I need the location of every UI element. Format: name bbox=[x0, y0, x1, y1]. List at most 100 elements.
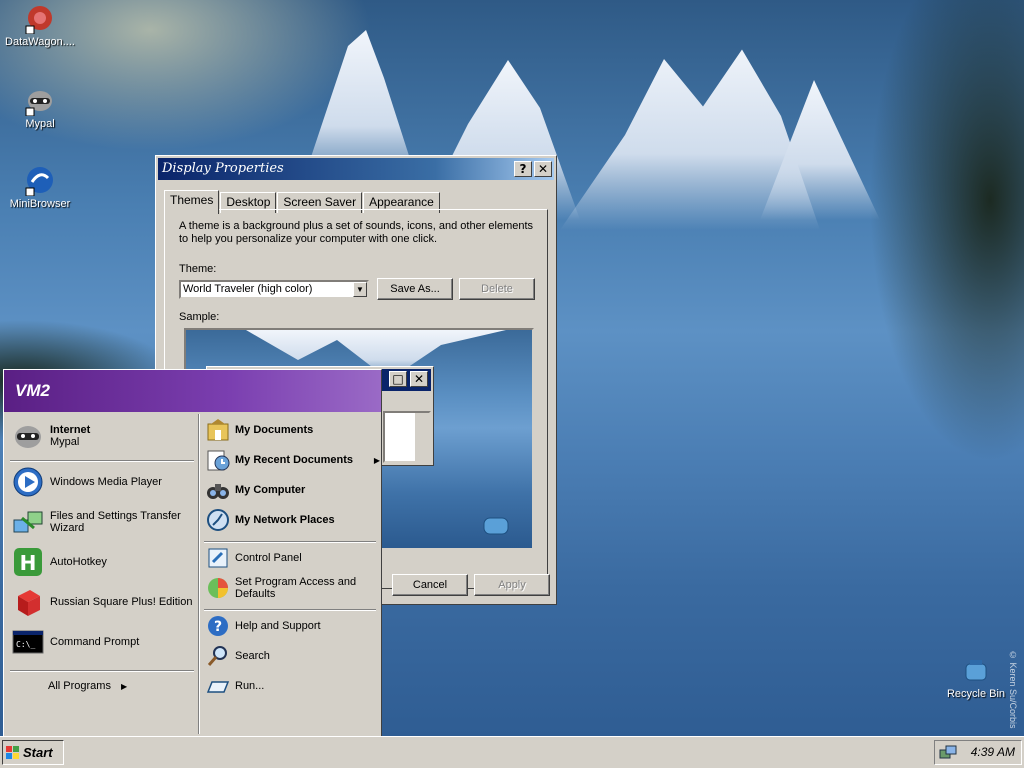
program-windows-media-player[interactable]: Windows Media Player bbox=[12, 466, 162, 498]
recent-documents-icon bbox=[207, 450, 230, 471]
all-programs-label: All Programs bbox=[48, 680, 111, 692]
svg-text:C:\_: C:\_ bbox=[16, 640, 35, 649]
menu-my-recent-documents[interactable]: My Recent Documents ▶ bbox=[206, 448, 380, 472]
menu-label: My Computer bbox=[235, 484, 306, 496]
taskbar: Start 4:39 AM bbox=[0, 736, 1024, 768]
divider bbox=[10, 460, 194, 462]
all-programs-button[interactable]: All Programs ▶ bbox=[48, 680, 127, 692]
my-documents-icon bbox=[207, 419, 229, 441]
themes-description: A theme is a background plus a set of so… bbox=[179, 220, 534, 245]
scrollbar bbox=[415, 413, 429, 461]
windows-logo-icon bbox=[6, 746, 19, 759]
program-label: Files and Settings Transfer bbox=[50, 510, 181, 522]
divider bbox=[204, 609, 376, 611]
pinned-title: Internet bbox=[50, 424, 91, 436]
desktop-icon-mypal[interactable]: Mypal bbox=[0, 84, 80, 130]
command-prompt-icon: C:\_ bbox=[12, 630, 44, 654]
program-files-settings-transfer[interactable]: Files and Settings Transfer Wizard bbox=[12, 506, 181, 538]
network-tray-icon[interactable] bbox=[939, 744, 957, 762]
program-label: Command Prompt bbox=[50, 636, 140, 648]
divider bbox=[10, 670, 194, 672]
system-tray: 4:39 AM bbox=[934, 740, 1022, 765]
tab-themes[interactable]: Themes bbox=[164, 190, 220, 214]
media-player-icon bbox=[13, 467, 43, 497]
help-icon: ? bbox=[208, 616, 228, 636]
program-label: Russian Square Plus! Edition bbox=[50, 596, 193, 608]
apply-button[interactable]: Apply bbox=[474, 574, 550, 596]
maximize-icon: □ bbox=[389, 371, 407, 387]
arrow-right-icon: ▶ bbox=[120, 681, 128, 691]
close-icon: ✕ bbox=[410, 371, 428, 387]
theme-select-value: World Traveler (high color) bbox=[183, 283, 313, 295]
pinned-internet[interactable]: Internet Mypal bbox=[12, 420, 90, 452]
pinned-subtitle: Mypal bbox=[50, 436, 80, 448]
datawagon-icon bbox=[25, 6, 52, 34]
mypal-raccoon-icon bbox=[15, 426, 41, 448]
wallpaper-watermark: © Keren Su/Corbis bbox=[1008, 650, 1018, 729]
desktop-icon-label: MiniBrowser bbox=[9, 198, 71, 210]
transfer-wizard-icon bbox=[13, 511, 43, 533]
cancel-button[interactable]: Cancel bbox=[392, 574, 468, 596]
program-access-icon bbox=[208, 578, 228, 598]
sample-label: Sample: bbox=[179, 311, 220, 323]
menu-control-panel[interactable]: Control Panel bbox=[206, 546, 302, 570]
minibrowser-icon bbox=[25, 167, 53, 196]
menu-my-network-places[interactable]: My Network Places bbox=[206, 508, 335, 532]
menu-my-documents[interactable]: My Documents bbox=[206, 418, 313, 442]
menu-label-line2: Defaults bbox=[235, 588, 276, 600]
svg-text:H: H bbox=[20, 551, 37, 575]
desktop-icon-datawagon[interactable]: DataWagon.... bbox=[0, 2, 80, 48]
desktop-icon-minibrowser[interactable]: MiniBrowser bbox=[0, 164, 80, 210]
program-command-prompt[interactable]: C:\_ Command Prompt bbox=[12, 626, 139, 658]
close-button[interactable]: ✕ bbox=[534, 161, 552, 177]
svg-text:?: ? bbox=[214, 619, 222, 635]
theme-select[interactable]: World Traveler (high color) ▼ bbox=[179, 280, 369, 299]
menu-label: Search bbox=[235, 650, 270, 662]
cube-icon bbox=[18, 590, 40, 616]
divider bbox=[204, 541, 376, 543]
delete-button[interactable]: Delete bbox=[459, 278, 535, 300]
mypal-raccoon-icon bbox=[25, 91, 52, 116]
run-icon bbox=[206, 681, 230, 693]
program-autohotkey[interactable]: H AutoHotkey bbox=[12, 546, 107, 578]
theme-label: Theme: bbox=[179, 263, 217, 275]
recycle-bin-icon bbox=[965, 660, 987, 681]
autohotkey-icon: H bbox=[14, 548, 42, 576]
menu-run[interactable]: Run... bbox=[206, 674, 264, 698]
menu-my-computer[interactable]: My Computer bbox=[206, 478, 305, 502]
menu-label: My Network Places bbox=[235, 514, 335, 526]
arrow-right-icon: ▶ bbox=[373, 455, 380, 465]
clock[interactable]: 4:39 AM bbox=[971, 745, 1015, 759]
help-button[interactable]: ? bbox=[514, 161, 532, 177]
menu-label: Help and Support bbox=[235, 620, 321, 632]
menu-label: Run... bbox=[235, 680, 265, 692]
menu-search[interactable]: Search bbox=[206, 644, 270, 668]
start-button[interactable]: Start bbox=[2, 740, 64, 765]
window-titlebar[interactable]: Display Properties ? ✕ bbox=[158, 158, 554, 180]
desktop-icon-label: Mypal bbox=[25, 118, 55, 130]
start-menu-right-column: My Documents My Recent Documents ▶ My Co… bbox=[199, 414, 380, 734]
tab-strip: Themes Desktop Screen Saver Appearance bbox=[164, 190, 441, 214]
chevron-down-icon[interactable]: ▼ bbox=[353, 282, 367, 297]
search-icon bbox=[207, 646, 227, 666]
menu-label: My Documents bbox=[235, 424, 314, 436]
menu-label: Control Panel bbox=[235, 552, 302, 564]
start-label: Start bbox=[23, 745, 53, 760]
menu-label: Set Program Access and bbox=[235, 576, 357, 588]
control-panel-icon bbox=[208, 548, 228, 568]
network-places-icon bbox=[207, 509, 229, 531]
desktop-icon-label: DataWagon.... bbox=[5, 36, 75, 48]
desktop-icon-recycle-bin[interactable]: Recycle Bin bbox=[936, 654, 1016, 700]
window-title: Display Properties bbox=[162, 161, 284, 176]
my-computer-icon bbox=[207, 484, 229, 499]
menu-help-and-support[interactable]: ? Help and Support bbox=[206, 614, 321, 638]
menu-set-program-access[interactable]: Set Program Access and Defaults bbox=[206, 576, 356, 600]
program-label: Windows Media Player bbox=[50, 476, 162, 488]
program-label-line2: Wizard bbox=[50, 522, 85, 534]
desktop-icon-label: Recycle Bin bbox=[946, 688, 1006, 700]
start-menu-user: VM2 bbox=[4, 370, 381, 412]
program-russian-square[interactable]: Russian Square Plus! Edition bbox=[12, 586, 192, 618]
program-label: AutoHotkey bbox=[50, 556, 107, 568]
save-as-button[interactable]: Save As... bbox=[377, 278, 453, 300]
menu-label: My Recent Documents bbox=[235, 454, 353, 466]
